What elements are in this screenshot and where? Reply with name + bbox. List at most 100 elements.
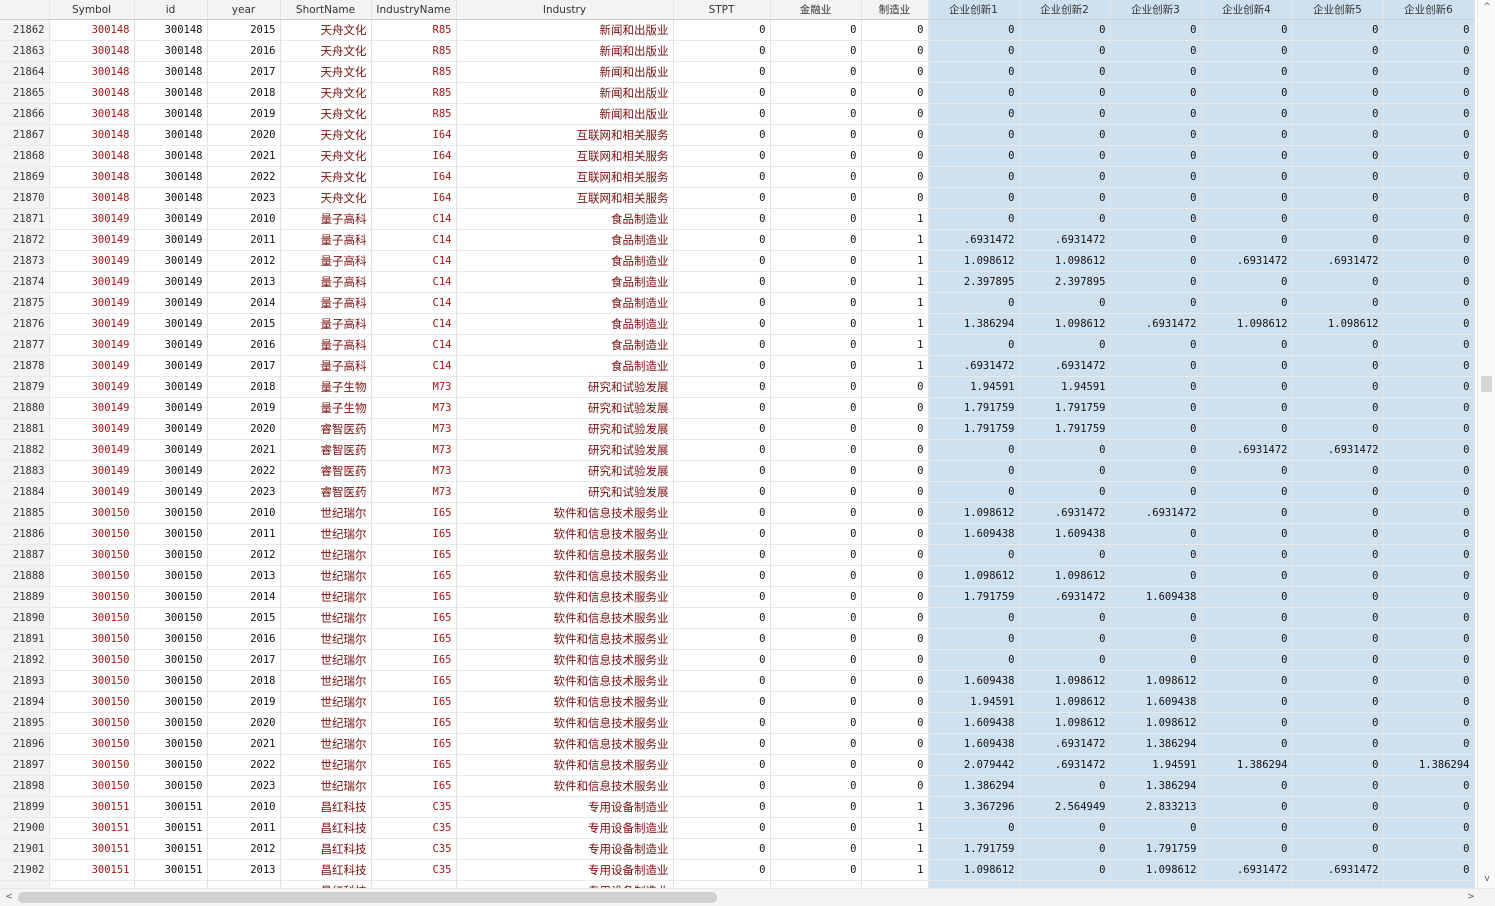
cell-innovation-3[interactable]: 1.94591 xyxy=(1110,754,1202,776)
cell-manufacturing[interactable]: 0 xyxy=(861,586,929,608)
cell-stpt[interactable]: 0 xyxy=(673,40,771,62)
cell-year[interactable]: 2021 xyxy=(207,145,281,167)
cell-industry-name[interactable]: I65 xyxy=(371,649,457,671)
cell-innovation-5[interactable]: 0 xyxy=(1292,418,1384,440)
cell-year[interactable]: 2015 xyxy=(207,19,281,41)
cell-year[interactable]: 2016 xyxy=(207,40,281,62)
cell-year[interactable]: 2013 xyxy=(207,271,281,293)
cell-symbol[interactable]: 300149 xyxy=(49,229,135,251)
cell-finance[interactable]: 0 xyxy=(770,19,862,41)
cell-innovation-4[interactable]: 0 xyxy=(1201,502,1293,524)
cell-id[interactable]: 300150 xyxy=(134,775,208,797)
cell-innovation-2[interactable]: 0 xyxy=(1019,103,1111,125)
cell-innovation-1[interactable]: 0 xyxy=(928,544,1020,566)
cell-short-name[interactable]: 天舟文化 xyxy=(280,166,372,188)
cell-manufacturing[interactable]: 1 xyxy=(861,313,929,335)
table-row[interactable]: 21871 300149 300149 2010 量子高科 C14 食品制造业 0 0 1 0 0 0 0… xyxy=(0,208,1475,230)
table-row[interactable]: 21885 300150 300150 2010 世纪瑞尔 I65 软件和信息技术服务业 0 0… xyxy=(0,502,1475,524)
cell-finance[interactable]: 0 xyxy=(770,376,862,398)
cell-finance[interactable]: 0 xyxy=(770,334,862,356)
cell-industry[interactable]: 软件和信息技术服务业 xyxy=(456,565,674,587)
cell-symbol[interactable]: 300151 xyxy=(49,817,135,839)
cell-industry-name[interactable]: M73 xyxy=(371,376,457,398)
cell-innovation-3[interactable]: 1.791759 xyxy=(1110,838,1202,860)
cell-id[interactable]: 300150 xyxy=(134,649,208,671)
cell-manufacturing[interactable]: 0 xyxy=(861,166,929,188)
table-row[interactable]: 21865 300148 300148 2018 天舟文化 R85 新闻和出版业 0 0 0 0 0 0… xyxy=(0,82,1475,104)
table-row[interactable]: 21879 300149 300149 2018 量子生物 M73 研究和试验发展 0 0 0 1.… xyxy=(0,376,1475,398)
table-row[interactable]: 21862 300148 300148 2015 天舟文化 R85 新闻和出版业 0 0 0 0 0 0… xyxy=(0,19,1475,41)
column-header-innovation-3[interactable]: 企业创新3 xyxy=(1110,0,1202,20)
cell-innovation-4[interactable]: 0 xyxy=(1201,292,1293,314)
column-header-symbol[interactable]: Symbol xyxy=(49,0,135,20)
cell-finance[interactable]: 0 xyxy=(770,838,862,860)
cell-short-name[interactable]: 天舟文化 xyxy=(280,145,372,167)
table-row[interactable]: 21876 300149 300149 2015 量子高科 C14 食品制造业 0 0 1 1.38… xyxy=(0,313,1475,335)
cell-stpt[interactable]: 0 xyxy=(673,61,771,83)
cell-symbol[interactable]: 300148 xyxy=(49,19,135,41)
cell-innovation-3[interactable]: 0 xyxy=(1110,649,1202,671)
cell-innovation-1[interactable]: 1.609438 xyxy=(928,523,1020,545)
cell-industry-name[interactable]: M73 xyxy=(371,418,457,440)
cell-innovation-6[interactable]: 0 xyxy=(1383,103,1475,125)
cell-manufacturing[interactable]: 1 xyxy=(861,250,929,272)
cell-manufacturing[interactable]: 1 xyxy=(861,208,929,230)
cell-innovation-1[interactable]: 0 xyxy=(928,61,1020,83)
cell-innovation-2[interactable]: 0 xyxy=(1019,544,1111,566)
cell-innovation-6[interactable]: 0 xyxy=(1383,817,1475,839)
cell-innovation-6[interactable]: 0 xyxy=(1383,691,1475,713)
cell-id[interactable]: 300150 xyxy=(134,544,208,566)
cell-id[interactable]: 300148 xyxy=(134,61,208,83)
cell-innovation-1[interactable]: 0 xyxy=(928,649,1020,671)
cell-id[interactable]: 300148 xyxy=(134,82,208,104)
cell-innovation-4[interactable]: 0 xyxy=(1201,628,1293,650)
cell-finance[interactable]: 0 xyxy=(770,712,862,734)
cell-stpt[interactable]: 0 xyxy=(673,397,771,419)
cell-manufacturing[interactable]: 0 xyxy=(861,376,929,398)
table-row[interactable]: 21895 300150 300150 2020 世纪瑞尔 I65 软件和信息技术服务业 0 0… xyxy=(0,712,1475,734)
cell-year[interactable]: 2023 xyxy=(207,481,281,503)
cell-manufacturing[interactable]: 1 xyxy=(861,838,929,860)
cell-innovation-6[interactable] xyxy=(1383,880,1475,888)
cell-id[interactable]: 300149 xyxy=(134,418,208,440)
cell-stpt[interactable]: 0 xyxy=(673,355,771,377)
cell-id[interactable]: 300148 xyxy=(134,124,208,146)
cell-finance[interactable]: 0 xyxy=(770,187,862,209)
cell-industry[interactable]: 专用设备制造业 xyxy=(456,817,674,839)
cell-industry[interactable]: 新闻和出版业 xyxy=(456,103,674,125)
table-row[interactable]: 21886 300150 300150 2011 世纪瑞尔 I65 软件和信息技术服务业 0 0… xyxy=(0,523,1475,545)
cell-stpt[interactable]: 0 xyxy=(673,292,771,314)
cell-innovation-6[interactable]: 0 xyxy=(1383,859,1475,881)
cell-stpt[interactable]: 0 xyxy=(673,523,771,545)
cell-industry[interactable]: 食品制造业 xyxy=(456,271,674,293)
table-row[interactable]: 21881 300149 300149 2020 睿智医药 M73 研究和试验发展 0 0 0 1.… xyxy=(0,418,1475,440)
cell-year[interactable]: 2013 xyxy=(207,859,281,881)
cell-manufacturing[interactable]: 0 xyxy=(861,124,929,146)
cell-innovation-4[interactable]: 0 xyxy=(1201,103,1293,125)
cell-id[interactable]: 300150 xyxy=(134,670,208,692)
cell-industry[interactable]: 食品制造业 xyxy=(456,313,674,335)
cell-year[interactable]: 2019 xyxy=(207,397,281,419)
cell-innovation-5[interactable]: 0 xyxy=(1292,124,1384,146)
cell-finance[interactable]: 0 xyxy=(770,628,862,650)
cell-year[interactable]: 2018 xyxy=(207,376,281,398)
cell-symbol[interactable]: 300150 xyxy=(49,670,135,692)
cell-innovation-6[interactable]: 0 xyxy=(1383,481,1475,503)
cell-innovation-1[interactable]: 1.386294 xyxy=(928,313,1020,335)
cell-industry[interactable]: 专用设备制造业 xyxy=(456,838,674,860)
scroll-right-icon[interactable]: > xyxy=(1462,890,1480,904)
cell-stpt[interactable]: 0 xyxy=(673,250,771,272)
cell-industry-name[interactable]: I65 xyxy=(371,754,457,776)
cell-finance[interactable]: 0 xyxy=(770,397,862,419)
cell-industry[interactable]: 软件和信息技术服务业 xyxy=(456,691,674,713)
cell-innovation-3[interactable]: 0 xyxy=(1110,418,1202,440)
cell-innovation-1[interactable]: 1.098612 xyxy=(928,859,1020,881)
cell-industry[interactable]: 研究和试验发展 xyxy=(456,439,674,461)
column-header-id[interactable]: id xyxy=(134,0,208,20)
scroll-left-icon[interactable]: < xyxy=(0,890,18,904)
cell-innovation-4[interactable]: 0 xyxy=(1201,397,1293,419)
cell-innovation-5[interactable]: .6931472 xyxy=(1292,250,1384,272)
cell-innovation-1[interactable]: 1.609438 xyxy=(928,670,1020,692)
cell-innovation-4[interactable]: 0 xyxy=(1201,712,1293,734)
cell-innovation-6[interactable]: 0 xyxy=(1383,271,1475,293)
